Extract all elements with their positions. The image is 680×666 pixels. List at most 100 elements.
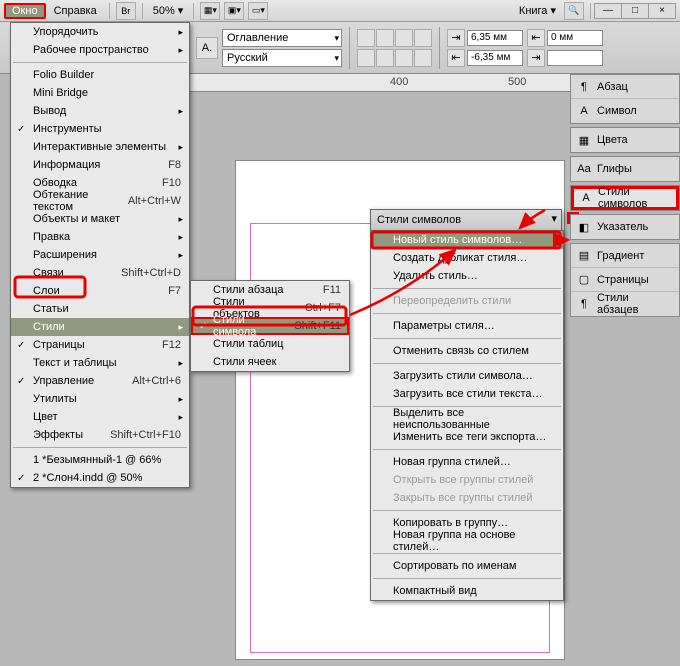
panel-label: Стили символов (598, 186, 670, 210)
minimize-button[interactable]: — (594, 3, 622, 19)
menu-item: Закрыть все группы стилей (371, 489, 563, 507)
menu-item[interactable]: Выделить все неиспользованные (371, 410, 563, 428)
char-styles-panel: Стили символов (370, 209, 562, 231)
menu-item[interactable]: Расширения (11, 246, 189, 264)
justify-center-button[interactable] (376, 49, 394, 67)
view-icon[interactable]: ▦▾ (200, 2, 220, 20)
menu-item[interactable]: Folio Builder (11, 66, 189, 84)
justify-button[interactable] (414, 29, 432, 47)
menu-item[interactable]: Рабочее пространство (11, 41, 189, 59)
menu-item[interactable]: Создать дубликат стиля… (371, 249, 563, 267)
window-menu: УпорядочитьРабочее пространство Folio Bui… (10, 22, 190, 488)
first-line-field[interactable]: -6,35 мм (467, 50, 523, 66)
left-indent-field[interactable]: 6,35 мм (467, 30, 523, 46)
menu-item[interactable]: Статьи (11, 300, 189, 318)
justify-left-button[interactable] (357, 49, 375, 67)
maximize-button[interactable]: □ (621, 3, 649, 19)
menu-item[interactable]: СлоиF7 (11, 282, 189, 300)
menu-item[interactable]: Загрузить все стили текста… (371, 385, 563, 403)
menu-item[interactable]: Стили таблиц (191, 335, 349, 353)
menu-item[interactable]: Изменить все теги экспорта… (371, 428, 563, 446)
menu-item[interactable]: Компактный вид (371, 582, 563, 600)
panel-button[interactable]: ▢Страницы (571, 268, 679, 292)
language-select[interactable]: Русский (222, 49, 342, 67)
last-line-field[interactable] (547, 50, 603, 66)
menu-item[interactable]: Упорядочить (11, 23, 189, 41)
panel-tab[interactable]: Стили символов (371, 210, 561, 230)
align-center-button[interactable] (376, 29, 394, 47)
menu-item[interactable]: ЭффектыShift+Ctrl+F10 (11, 426, 189, 444)
menu-item[interactable]: Сортировать по именам (371, 557, 563, 575)
indent-left-icon: ⇥ (447, 29, 465, 47)
panel-icon: ▦ (577, 133, 591, 147)
menu-item[interactable]: СтраницыF12 (11, 336, 189, 354)
first-line-icon: ⇤ (447, 49, 465, 67)
styles-submenu: Стили абзацаF11Стили объектовCtrl+F7Стил… (190, 280, 350, 372)
screen-icon[interactable]: ▣▾ (224, 2, 244, 20)
panel-button[interactable]: ▦ Цвета (571, 128, 679, 152)
panel-button[interactable]: ▤ Градиент (571, 244, 679, 268)
justify-full-button[interactable] (414, 49, 432, 67)
menu-help[interactable]: Справка (46, 3, 105, 19)
right-indent-field[interactable]: 0 мм (547, 30, 603, 46)
menu-item[interactable]: Стили ячеек (191, 353, 349, 371)
search-icon[interactable]: 🔍 (564, 2, 584, 20)
panel-icon: ▤ (577, 249, 591, 263)
panel-button[interactable]: ¶Стили абзацев (571, 292, 679, 316)
panel-button[interactable]: ¶Абзац (571, 75, 679, 99)
panel-icon: ¶ (577, 80, 591, 94)
menu-item[interactable]: Отменить связь со стилем (371, 342, 563, 360)
align-right-button[interactable] (395, 29, 413, 47)
menu-item[interactable]: Новая группа на основе стилей… (371, 532, 563, 550)
panel-icon: A (580, 191, 592, 205)
menu-item[interactable]: Цвет (11, 408, 189, 426)
panel-label: Градиент (597, 250, 644, 262)
panel-icon: A (577, 104, 591, 118)
arrange-icon[interactable]: ▭▾ (248, 2, 268, 20)
menu-item[interactable]: УправлениеAlt+Ctrl+6 (11, 372, 189, 390)
menu-item[interactable]: ИнформацияF8 (11, 156, 189, 174)
panel-icon: Aa (577, 162, 591, 176)
panel-label: Символ (597, 105, 637, 117)
bridge-button[interactable]: Br (116, 2, 136, 20)
menu-item[interactable]: Удалить стиль… (371, 267, 563, 285)
panel-label: Цвета (597, 134, 628, 146)
workspace-switcher[interactable]: Книга ▾ (513, 4, 562, 17)
menu-item[interactable]: Обтекание текстомAlt+Ctrl+W (11, 192, 189, 210)
menu-item[interactable]: 2 *Слон4.indd @ 50% (11, 469, 189, 487)
menu-item[interactable]: Параметры стиля… (371, 317, 563, 335)
menu-item[interactable]: Текст и таблицы (11, 354, 189, 372)
menu-window[interactable]: Окно (4, 3, 46, 19)
menu-item[interactable]: 1 *Безымянный-1 @ 66% (11, 451, 189, 469)
menu-item[interactable]: Инструменты (11, 120, 189, 138)
menu-item[interactable]: Новая группа стилей… (371, 453, 563, 471)
panel-button[interactable]: ◧Указатель (571, 215, 679, 239)
right-panel-dock: ¶Абзац A Символ ▦ Цвета AaГлифы A Стили символо… (570, 74, 680, 320)
menu-item: Переопределить стили (371, 292, 563, 310)
menu-item[interactable]: Правка (11, 228, 189, 246)
para-style-select[interactable]: Оглавление страницы (222, 29, 342, 47)
close-button[interactable]: × (648, 3, 676, 19)
menu-item[interactable]: Новый стиль символов… (371, 231, 563, 249)
char-format-icon[interactable]: A. (196, 37, 218, 59)
menu-item[interactable]: Загрузить стили символа… (371, 367, 563, 385)
menu-item[interactable]: Стили символаShift+F11 (191, 317, 349, 335)
indent-right-icon: ⇤ (527, 29, 545, 47)
panel-button[interactable]: AaГлифы (571, 157, 679, 181)
panel-label: Стили абзацев (597, 292, 673, 316)
menu-item[interactable]: Mini Bridge (11, 84, 189, 102)
align-left-button[interactable] (357, 29, 375, 47)
menu-item[interactable]: Утилиты (11, 390, 189, 408)
menu-item[interactable]: Стили (11, 318, 189, 336)
panel-button[interactable]: A Стили символов (571, 186, 679, 210)
justify-right-button[interactable] (395, 49, 413, 67)
panel-icon: ◧ (577, 220, 591, 234)
menu-item[interactable]: Интерактивные элементы (11, 138, 189, 156)
align-buttons (357, 29, 432, 47)
menu-item[interactable]: Вывод (11, 102, 189, 120)
last-line-icon: ⇥ (527, 49, 545, 67)
panel-button[interactable]: A Символ (571, 99, 679, 123)
menu-item[interactable]: СвязиShift+Ctrl+D (11, 264, 189, 282)
zoom-level[interactable]: 50% ▾ (147, 4, 190, 17)
menu-item[interactable]: Объекты и макет (11, 210, 189, 228)
